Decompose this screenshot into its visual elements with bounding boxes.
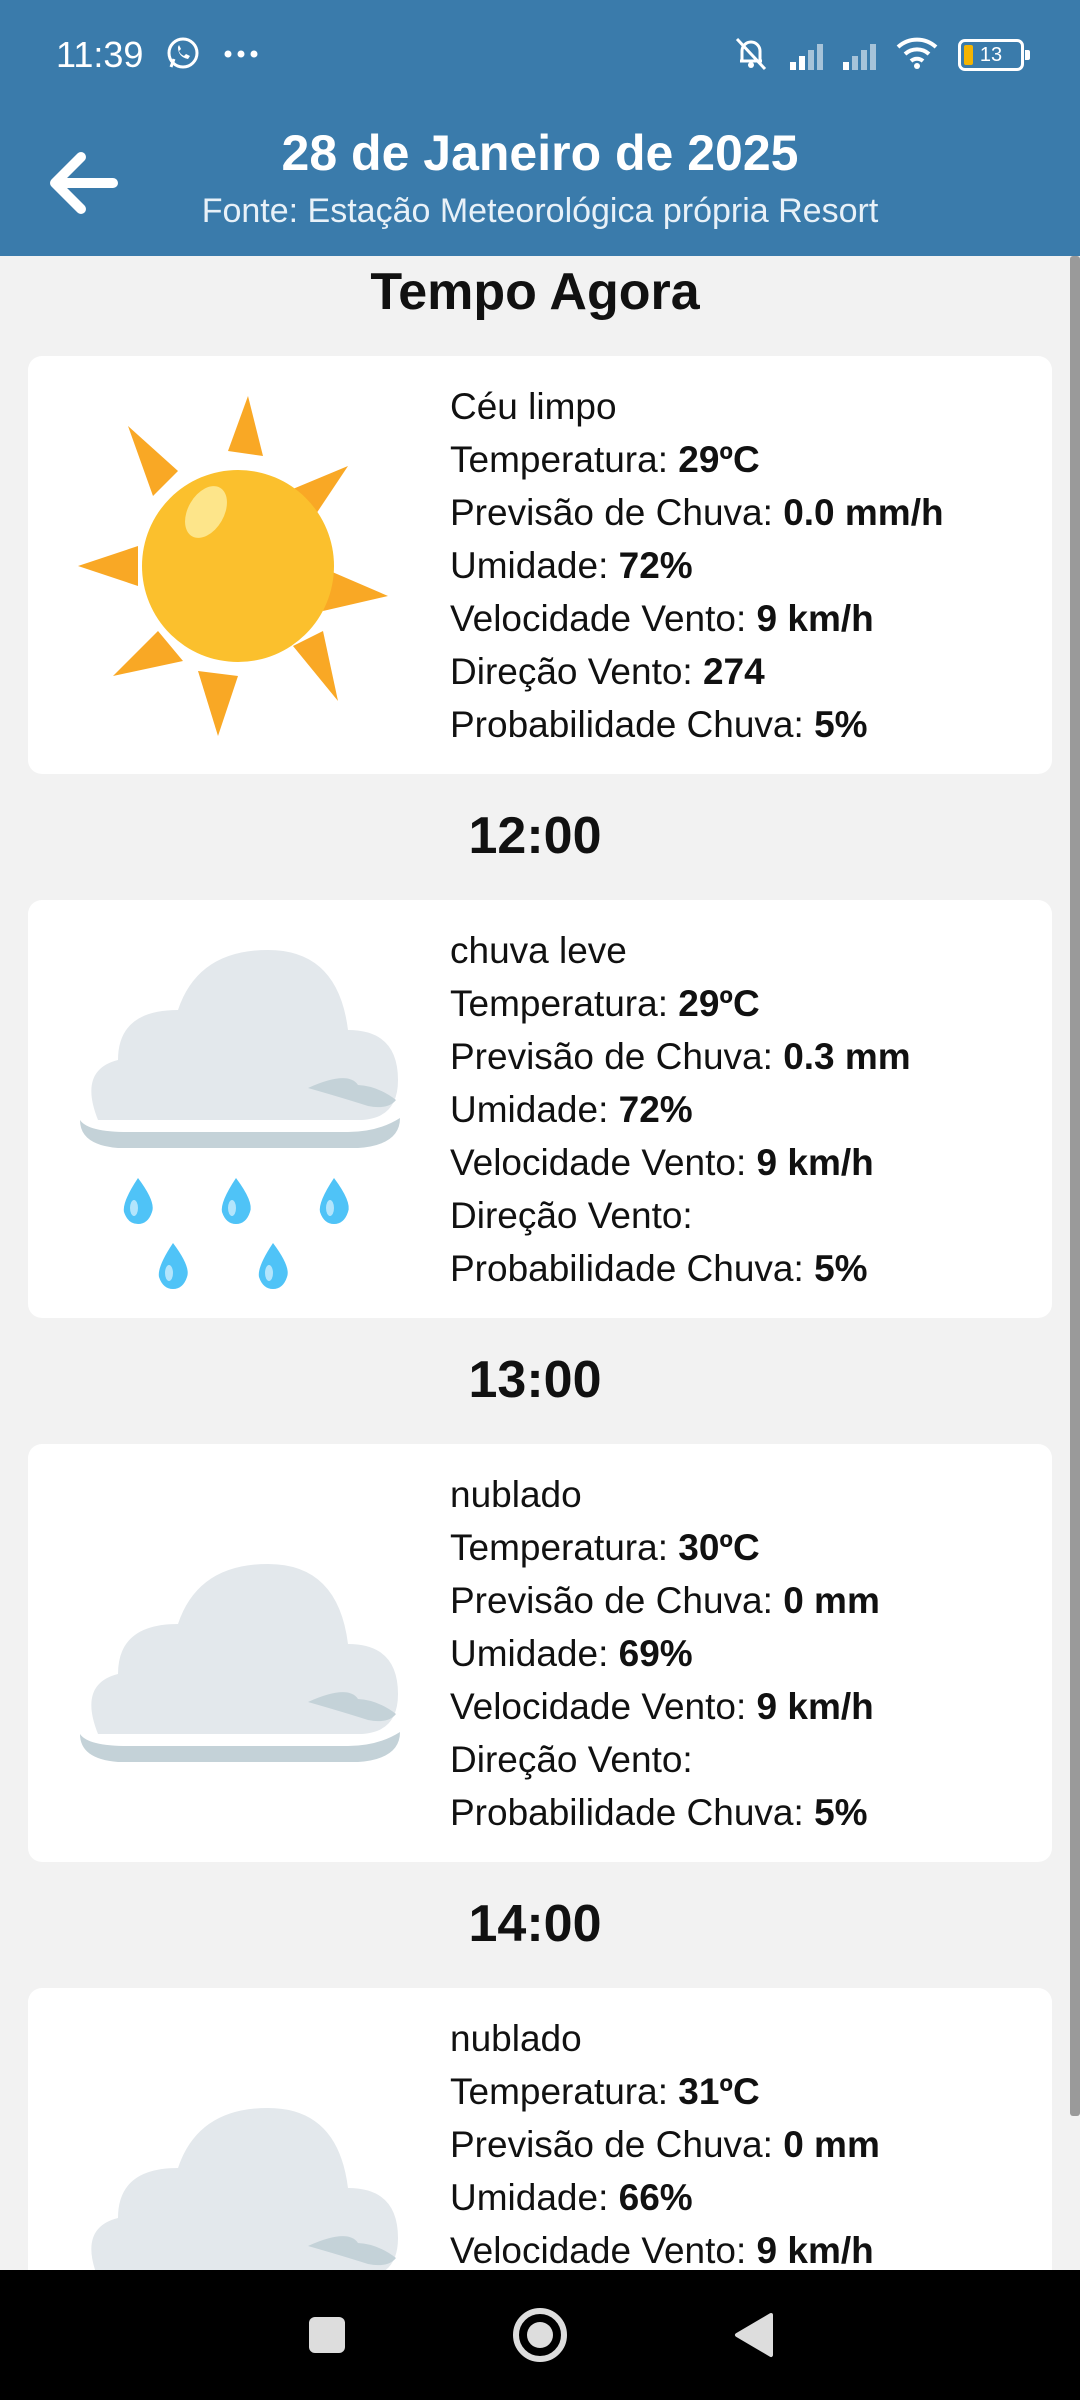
wifi-icon <box>896 37 938 74</box>
humidity-value: 72% <box>618 1089 693 1130</box>
wind-speed-row: Velocidade Vento: 9 km/h <box>450 2230 874 2270</box>
condition: chuva leve <box>450 930 627 971</box>
square-icon <box>308 2317 345 2353</box>
condition: nublado <box>450 1474 582 1515</box>
cloud-icon <box>48 1464 428 1844</box>
rain-cloud-icon <box>48 920 428 1300</box>
rain-forecast-row: Previsão de Chuva: 0 mm <box>450 2124 880 2165</box>
temperature-row: Temperatura: 29ºC <box>450 439 760 480</box>
wind-direction-row: Direção Vento: <box>450 1195 693 1236</box>
muted-bell-icon <box>732 34 770 77</box>
rain-forecast-value: 0.3 mm <box>783 1036 911 1077</box>
wind-speed-row: Velocidade Vento: 9 km/h <box>450 1142 874 1183</box>
section-heading-12: 12:00 <box>468 807 602 865</box>
home-button[interactable] <box>500 2295 580 2375</box>
status-time: 11:39 <box>56 34 144 75</box>
triangle-back-icon <box>735 2313 774 2357</box>
rain-probability-row: Probabilidade Chuva: 5% <box>450 1792 868 1833</box>
temperature-value: 29ºC <box>678 983 760 1024</box>
wind-speed-value: 9 km/h <box>756 1142 874 1183</box>
rain-forecast-row: Previsão de Chuva: 0.0 mm/h <box>450 492 944 533</box>
more-dots-icon <box>223 46 259 64</box>
rain-probability-value: 5% <box>814 1248 868 1289</box>
rain-forecast-value: 0 mm <box>783 1580 880 1621</box>
wind-direction-row: Direção Vento: 274 <box>450 651 765 692</box>
humidity-row: Umidade: 66% <box>450 2177 693 2218</box>
system-nav-bar <box>0 2270 1080 2400</box>
scrollbar[interactable] <box>1070 256 1080 2116</box>
condition: nublado <box>450 2018 582 2059</box>
humidity-value: 66% <box>618 2177 693 2218</box>
rain-probability-value: 5% <box>814 704 868 745</box>
battery-level: 13 <box>979 43 1003 66</box>
rain-forecast-row: Previsão de Chuva: 0 mm <box>450 1580 880 1621</box>
cloud-icon <box>48 2008 428 2270</box>
humidity-row: Umidade: 72% <box>450 545 693 586</box>
recents-button[interactable] <box>287 2295 367 2375</box>
weather-info: nublado Temperatura: 31ºC Previsão de Ch… <box>450 2012 880 2270</box>
temperature-value: 31ºC <box>678 2071 760 2112</box>
wind-speed-value: 9 km/h <box>756 1686 874 1727</box>
section-heading-14: 14:00 <box>468 1895 602 1953</box>
circle-icon <box>512 2308 567 2362</box>
rain-probability-row: Probabilidade Chuva: 5% <box>450 1248 868 1289</box>
temperature-row: Temperatura: 31ºC <box>450 2071 760 2112</box>
rain-forecast-value: 0.0 mm/h <box>783 492 944 533</box>
rain-probability-value: 5% <box>814 1792 868 1833</box>
rain-probability-row: Probabilidade Chuva: 5% <box>450 704 868 745</box>
weather-info: chuva leve Temperatura: 29ºC Previsão de… <box>450 924 911 1295</box>
section-heading-now: Tempo Agora <box>370 263 700 321</box>
temperature-row: Temperatura: 30ºC <box>450 1527 760 1568</box>
signal-h-icon <box>790 40 823 70</box>
battery-icon: 13 <box>958 39 1030 71</box>
wind-speed-value: 9 km/h <box>756 598 874 639</box>
weather-info: Céu limpo Temperatura: 29ºC Previsão de … <box>450 380 944 751</box>
rain-forecast-row: Previsão de Chuva: 0.3 mm <box>450 1036 911 1077</box>
wind-speed-row: Velocidade Vento: 9 km/h <box>450 598 874 639</box>
weather-card-12[interactable]: chuva leve Temperatura: 29ºC Previsão de… <box>28 900 1052 1318</box>
back-nav-button[interactable] <box>713 2295 793 2375</box>
weather-info: nublado Temperatura: 30ºC Previsão de Ch… <box>450 1468 880 1839</box>
wind-speed-row: Velocidade Vento: 9 km/h <box>450 1686 874 1727</box>
wind-direction-row: Direção Vento: <box>450 1739 693 1780</box>
sun-icon <box>48 376 428 756</box>
wind-speed-value: 9 km/h <box>756 2230 874 2270</box>
whatsapp-icon <box>165 35 201 76</box>
page-subtitle: Fonte: Estação Meteorológica própria Res… <box>201 192 879 230</box>
weather-card-13[interactable]: nublado Temperatura: 30ºC Previsão de Ch… <box>28 1444 1052 1862</box>
weather-card-14[interactable]: nublado Temperatura: 31ºC Previsão de Ch… <box>28 1988 1052 2270</box>
section-heading-13: 13:00 <box>468 1351 602 1409</box>
wind-direction-value: 274 <box>702 651 765 692</box>
rain-forecast-value: 0 mm <box>783 2124 880 2165</box>
signal-icon <box>843 40 876 70</box>
humidity-value: 72% <box>618 545 693 586</box>
humidity-row: Umidade: 72% <box>450 1089 693 1130</box>
weather-card-now[interactable]: Céu limpo Temperatura: 29ºC Previsão de … <box>28 356 1052 774</box>
temperature-row: Temperatura: 29ºC <box>450 983 760 1024</box>
temperature-value: 29ºC <box>678 439 760 480</box>
humidity-value: 69% <box>618 1633 693 1674</box>
app-bar: 28 de Janeiro de 2025 Fonte: Estação Met… <box>0 110 1080 256</box>
temperature-value: 30ºC <box>678 1527 760 1568</box>
page-title: 28 de Janeiro de 2025 <box>281 125 799 181</box>
status-bar: 11:39 13 <box>0 0 1080 110</box>
humidity-row: Umidade: 69% <box>450 1633 693 1674</box>
condition: Céu limpo <box>450 386 617 427</box>
